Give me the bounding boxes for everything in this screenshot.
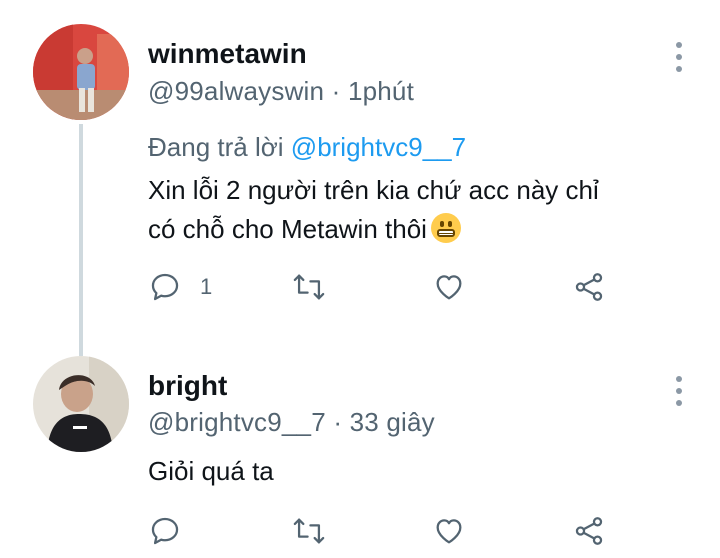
tweet-text: Xin lỗi 2 người trên kia chứ acc này chỉ… bbox=[148, 171, 599, 249]
display-name[interactable]: winmetawin bbox=[148, 38, 307, 70]
retweet-icon bbox=[293, 518, 325, 544]
avatar[interactable] bbox=[33, 356, 129, 452]
replying-prefix: Đang trả lời bbox=[148, 132, 284, 162]
tweet-text-line: có chỗ cho Metawin thôi bbox=[148, 214, 427, 244]
share-icon bbox=[575, 517, 603, 545]
more-options-icon[interactable] bbox=[669, 40, 689, 76]
action-bar: 1 bbox=[148, 266, 628, 306]
heart-icon bbox=[436, 519, 462, 544]
display-name[interactable]: bright bbox=[148, 370, 227, 402]
retweet-icon bbox=[293, 274, 325, 300]
handle-and-time: @99alwayswin · 1phút bbox=[148, 76, 414, 107]
avatar[interactable] bbox=[33, 24, 129, 120]
like-button[interactable] bbox=[432, 510, 472, 550]
grimacing-face-icon bbox=[430, 213, 461, 243]
share-icon bbox=[575, 273, 603, 301]
separator: · bbox=[331, 76, 341, 106]
separator: · bbox=[333, 407, 343, 437]
action-bar bbox=[148, 510, 628, 550]
reply-count: 1 bbox=[200, 274, 213, 299]
handle[interactable]: @99alwayswin bbox=[148, 76, 324, 106]
reply-icon bbox=[151, 273, 179, 301]
tweet-text-line: Xin lỗi 2 người trên kia chứ acc này chỉ bbox=[148, 175, 599, 205]
like-button[interactable] bbox=[432, 266, 472, 306]
replying-to: Đang trả lời @brightvc9__7 bbox=[148, 132, 466, 163]
tweet-text: Giỏi quá ta bbox=[148, 456, 274, 486]
retweet-button[interactable] bbox=[292, 510, 332, 550]
more-options-icon[interactable] bbox=[669, 374, 689, 410]
timestamp[interactable]: 1phút bbox=[348, 76, 414, 106]
timestamp[interactable]: 33 giây bbox=[350, 407, 435, 437]
heart-icon bbox=[436, 275, 462, 300]
reply-icon bbox=[151, 517, 179, 545]
replying-mention[interactable]: @brightvc9__7 bbox=[291, 132, 466, 162]
reply-button[interactable]: 1 bbox=[148, 266, 238, 306]
retweet-button[interactable] bbox=[292, 266, 332, 306]
tweet-text-line-2: có chỗ cho Metawin thôi bbox=[148, 210, 599, 249]
handle[interactable]: @brightvc9__7 bbox=[148, 407, 326, 437]
handle-and-time: @brightvc9__7 · 33 giây bbox=[148, 407, 435, 438]
share-button[interactable] bbox=[572, 510, 612, 550]
reply-button[interactable] bbox=[148, 510, 238, 550]
thread-line bbox=[79, 124, 83, 356]
share-button[interactable] bbox=[572, 266, 612, 306]
